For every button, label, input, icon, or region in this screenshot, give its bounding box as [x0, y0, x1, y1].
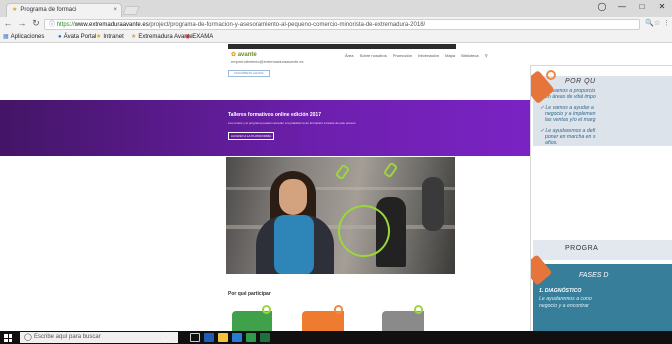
apps-grid-icon: ▦	[3, 34, 9, 40]
site-email[interactable]: emprendimiento@extremaduraavante.es	[231, 59, 304, 64]
photo-garment	[422, 177, 444, 231]
diagnosis-text: Le ayudaremos a cono	[539, 296, 592, 302]
program-section-title: PROGRA	[565, 245, 599, 252]
tab-close-icon[interactable]: ×	[113, 4, 117, 17]
windows-start-icon[interactable]	[4, 334, 12, 342]
task-view-icon[interactable]	[190, 333, 200, 342]
bookmark-extremadura-avante[interactable]: ★ Extremadura Avante	[131, 32, 193, 42]
courses-banner: Talleres formativos online edición 2017 …	[0, 100, 530, 156]
logo-leaf-icon: ✿	[231, 52, 237, 58]
forward-icon[interactable]: →	[16, 18, 28, 28]
bookmark-label: Aplicaciones	[10, 34, 45, 40]
avante-favicon-icon: ★	[96, 34, 102, 40]
bookmark-intranet[interactable]: ★ Intranet	[96, 32, 124, 42]
check-icon: ✓	[540, 105, 545, 111]
taskbar-search-input[interactable]: ◯ Escribe aquí para buscar	[20, 332, 178, 343]
bookmark-label: EXAMA	[192, 34, 214, 40]
why-participate-heading: Por qué participar	[228, 291, 271, 297]
badge-ring-icon	[414, 305, 423, 314]
why-section: POR QU ✓Le vamos a proporcio en áreas de…	[531, 69, 672, 146]
banner-title: Talleres formativos online edición 2017	[228, 112, 321, 118]
store-icon[interactable]	[232, 333, 242, 342]
program-infographic: POR QU ✓Le vamos a proporcio en áreas de…	[530, 65, 672, 331]
why-section-title: POR QU	[565, 78, 596, 85]
back-icon[interactable]: ←	[2, 18, 14, 28]
bookmark-label: Intranet	[103, 34, 124, 40]
bookmark-star-icon[interactable]: ☆	[654, 19, 660, 27]
diagnosis-title: 1. DIAGNÓSTICO	[539, 288, 582, 294]
nav-item[interactable]: Biblioteca	[461, 53, 478, 58]
bookmark-avata-portal[interactable]: ● Ávata Portal	[58, 32, 96, 42]
platform-access-button[interactable]: ACCESO A LA PLATAFORMA	[228, 132, 274, 140]
register-button[interactable]: INSCRÍBETE AHORA	[228, 70, 270, 77]
photo-tag-icon	[334, 163, 351, 181]
browser-toolbar: ← → ↻ ⓘ https://www.extremaduraavante.es…	[0, 17, 672, 32]
site-favicon-icon: ★	[12, 7, 18, 13]
hero-photo	[226, 157, 455, 274]
benefit-line: las ventas y/o el marg	[545, 117, 596, 123]
banner-subtitle: Los cursos y el programa pueden acceder …	[228, 121, 357, 125]
participation-badge	[232, 305, 272, 331]
file-explorer-icon[interactable]	[218, 333, 228, 342]
portal-favicon-icon: ●	[58, 34, 62, 40]
url-scheme: https://	[56, 22, 75, 28]
url-host: www.extremaduraavante.es	[74, 22, 149, 28]
reload-icon[interactable]: ↻	[30, 18, 42, 29]
microphone-icon[interactable]: ◯	[162, 333, 172, 342]
benefit-line: en áreas de vital impo	[545, 94, 596, 100]
site-navigation: Área Sobre nosotros Promoción Informació…	[345, 53, 493, 58]
photo-tag-icon	[382, 161, 399, 179]
user-profile-icon[interactable]: ◯	[592, 2, 612, 11]
nav-item[interactable]: Información	[418, 53, 439, 58]
bookmark-exama[interactable]: ◉ EXAMA	[185, 32, 213, 42]
menu-icon[interactable]: ⋮	[663, 19, 670, 27]
avante-favicon-icon: ★	[131, 34, 137, 40]
browser-tab[interactable]: ★ Programa de formaci ×	[6, 3, 122, 17]
phases-section-title: FASES D	[579, 272, 609, 279]
new-tab-button[interactable]	[122, 6, 140, 15]
nav-item[interactable]: Mapa	[445, 53, 455, 58]
diagnosis-text: negocio y a encontrar	[539, 303, 589, 309]
nav-item[interactable]: Sobre nosotros	[360, 53, 387, 58]
url-path: /project/programa-de-formacion-y-asesora…	[148, 22, 426, 28]
site-logo[interactable]: ✿ avante	[231, 51, 257, 58]
bookmark-label: Ávata Portal	[63, 34, 97, 40]
browser-tab-strip: ★ Programa de formaci × ◯ — □ ✕	[0, 0, 672, 17]
exama-favicon-icon: ◉	[185, 34, 191, 40]
info-icon[interactable]: ⓘ	[49, 22, 55, 28]
page-viewport: ✿ avante emprendimiento@extremaduraavant…	[0, 43, 672, 331]
search-placeholder: Escribe aquí para buscar	[34, 334, 101, 340]
maximize-icon[interactable]: □	[632, 2, 652, 11]
nav-item[interactable]: Área	[345, 53, 353, 58]
close-window-icon[interactable]: ✕	[652, 2, 672, 11]
photo-person-scarf	[274, 215, 314, 274]
address-bar[interactable]: ⓘ https://www.extremaduraavante.es/proje…	[44, 19, 640, 30]
edge-icon[interactable]	[204, 333, 214, 342]
zoom-icon[interactable]: 🔍	[645, 19, 654, 27]
bookmarks-bar: ▦ Aplicaciones ● Ávata Portal ★ Intranet ★ E…	[0, 32, 672, 43]
check-icon: ✓	[540, 128, 545, 134]
photo-shelf	[226, 187, 455, 190]
windows-taskbar: ◯ Escribe aquí para buscar ◯	[0, 331, 672, 344]
search-icon[interactable]: ⚲	[485, 53, 488, 58]
tag-ring-icon	[546, 70, 556, 80]
tab-title: Programa de formaci	[20, 7, 77, 13]
nav-item[interactable]: Promoción	[393, 53, 412, 58]
chrome-icon[interactable]	[246, 333, 256, 342]
badge-ring-icon	[262, 305, 271, 314]
excel-icon[interactable]	[260, 333, 270, 342]
program-section: PROGRA	[533, 240, 672, 260]
phases-section: FASES D 1. DIAGNÓSTICO Le ayudaremos a c…	[531, 254, 672, 331]
site-top-strip	[228, 44, 456, 49]
bookmark-apps[interactable]: ▦ Aplicaciones	[3, 32, 44, 42]
benefit-line: años.	[545, 140, 558, 146]
search-icon: ◯	[24, 334, 32, 341]
participation-badge	[382, 305, 424, 331]
photo-person-face	[279, 179, 307, 215]
badge-ring-icon	[334, 305, 343, 314]
participation-badge	[302, 305, 344, 331]
minimize-icon[interactable]: —	[612, 2, 632, 11]
